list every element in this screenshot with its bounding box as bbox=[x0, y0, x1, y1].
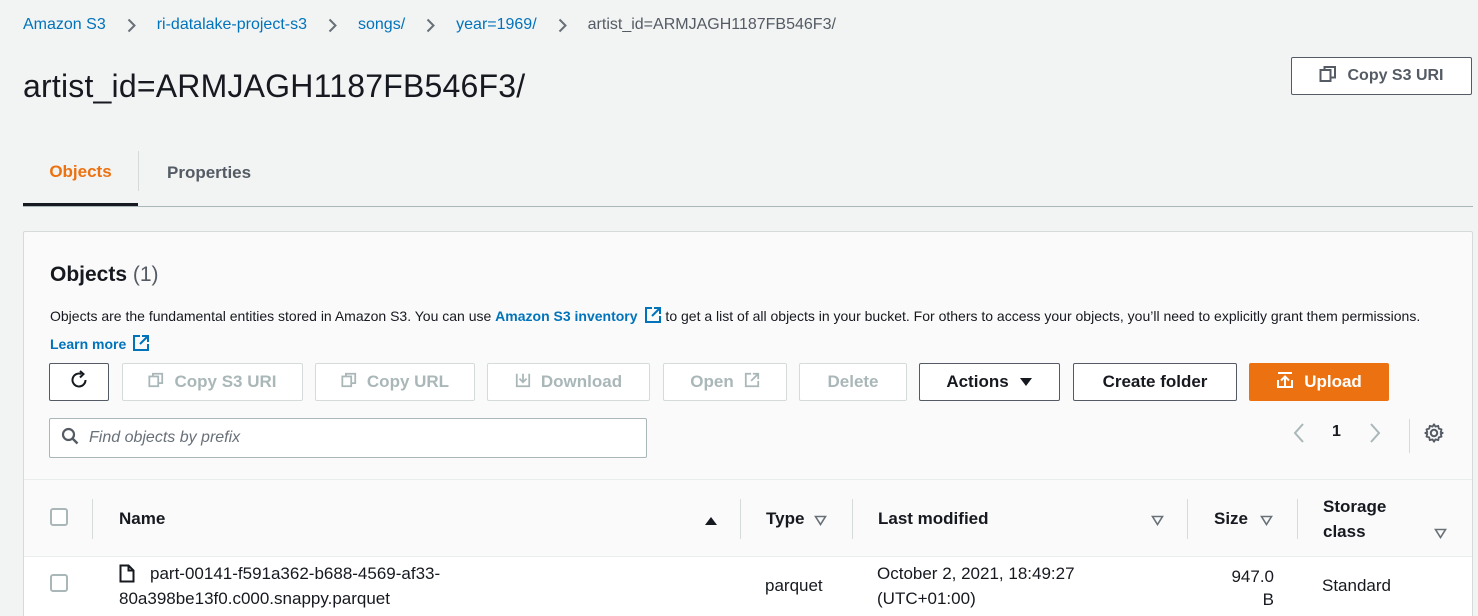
object-storage-class: Standard bbox=[1322, 576, 1391, 595]
copy-s3-uri-toolbar-button[interactable]: Copy S3 URI bbox=[122, 363, 303, 401]
search-icon bbox=[61, 427, 79, 450]
column-divider bbox=[1187, 499, 1188, 539]
objects-panel: Objects (1) Objects are the fundamental … bbox=[23, 231, 1473, 616]
objects-description: Objects are the fundamental entities sto… bbox=[50, 304, 1440, 360]
object-name-link-line2[interactable]: 80a398be13f0.c000.snappy.parquet bbox=[119, 586, 390, 611]
breadcrumb-bucket[interactable]: ri-datalake-project-s3 bbox=[157, 16, 307, 34]
download-label: Download bbox=[540, 372, 623, 391]
inventory-link-label: Amazon S3 inventory bbox=[495, 308, 638, 324]
column-divider bbox=[1297, 499, 1298, 539]
page-title: artist_id=ARMJAGH1187FB546F3/ bbox=[23, 68, 526, 104]
storage-class-label-1: Storage bbox=[1323, 497, 1387, 516]
refresh-icon bbox=[69, 369, 89, 395]
sort-icon[interactable] bbox=[1434, 526, 1447, 544]
description-text-1: Objects are the fundamental entities sto… bbox=[50, 308, 496, 324]
create-folder-button[interactable]: Create folder bbox=[1073, 363, 1237, 401]
chevron-right-icon bbox=[1370, 423, 1381, 443]
breadcrumb-year[interactable]: year=1969/ bbox=[456, 16, 537, 34]
gear-icon bbox=[1424, 423, 1444, 443]
chevron-right-icon bbox=[328, 18, 337, 33]
learn-more-label: Learn more bbox=[50, 336, 127, 352]
column-header-last-modified[interactable]: Last modified bbox=[878, 480, 989, 558]
upload-icon bbox=[1276, 371, 1294, 394]
object-last-modified-line1: October 2, 2021, 18:49:27 bbox=[877, 564, 1075, 583]
external-link-icon bbox=[132, 334, 150, 360]
column-divider bbox=[852, 499, 853, 539]
inventory-link[interactable]: Amazon S3 inventory bbox=[495, 307, 661, 324]
download-icon bbox=[515, 372, 531, 393]
objects-panel-title: Objects (1) bbox=[50, 263, 159, 287]
copy-s3-uri-label: Copy S3 URI bbox=[1347, 67, 1444, 84]
chevron-left-icon bbox=[1293, 423, 1304, 443]
breadcrumb-amazon-s3[interactable]: Amazon S3 bbox=[23, 16, 106, 34]
tab-objects[interactable]: Objects bbox=[23, 140, 138, 206]
objects-title: Objects bbox=[50, 263, 128, 286]
actions-dropdown[interactable]: Actions bbox=[919, 363, 1060, 401]
breadcrumb: Amazon S3 ri-datalake-project-s3 songs/ … bbox=[23, 14, 836, 36]
actions-label: Actions bbox=[946, 372, 1009, 391]
column-header-name[interactable]: Name bbox=[119, 480, 165, 558]
chevron-right-icon bbox=[127, 18, 136, 33]
table-row[interactable]: part-00141-f591a362-b688-4569-af33- 80a3… bbox=[24, 557, 1472, 616]
tab-bar: Objects Properties bbox=[23, 140, 1473, 207]
sort-icon[interactable] bbox=[1260, 513, 1273, 531]
storage-class-label-2: class bbox=[1323, 522, 1366, 541]
column-header-storage-class[interactable]: Storage class bbox=[1323, 480, 1386, 558]
copy-icon bbox=[1319, 65, 1337, 88]
chevron-right-icon bbox=[426, 18, 436, 33]
open-button[interactable]: Open bbox=[663, 363, 787, 401]
object-size-line2: B bbox=[1262, 590, 1274, 609]
delete-button[interactable]: Delete bbox=[799, 363, 907, 401]
column-divider bbox=[740, 499, 741, 539]
description-text-2: to get a list of all objects in your buc… bbox=[661, 308, 1421, 324]
breadcrumb-current: artist_id=ARMJAGH1187FB546F3/ bbox=[587, 16, 836, 33]
row-checkbox[interactable] bbox=[50, 574, 68, 592]
sort-icon[interactable] bbox=[814, 513, 827, 531]
search-input[interactable] bbox=[89, 429, 629, 447]
file-icon bbox=[119, 564, 135, 588]
search-box bbox=[49, 418, 647, 458]
pagination-current-page[interactable]: 1 bbox=[1332, 423, 1341, 441]
learn-more-link[interactable]: Learn more bbox=[50, 335, 150, 352]
column-header-type[interactable]: Type bbox=[766, 480, 804, 558]
table-header: Name Type Last modified Size Storage cla… bbox=[24, 479, 1472, 557]
delete-label: Delete bbox=[827, 372, 879, 391]
object-name-link-line1[interactable]: part-00141-f591a362-b688-4569-af33- bbox=[150, 561, 440, 586]
sort-icon[interactable] bbox=[1151, 513, 1164, 531]
copy-icon bbox=[148, 372, 164, 393]
caret-down-icon bbox=[1019, 372, 1033, 392]
objects-count: (1) bbox=[132, 263, 159, 286]
open-label: Open bbox=[690, 372, 734, 391]
pagination-next-button[interactable] bbox=[1368, 422, 1382, 444]
copy-icon bbox=[341, 372, 357, 393]
select-all-checkbox[interactable] bbox=[50, 508, 68, 526]
pagination-divider bbox=[1409, 419, 1410, 453]
download-button[interactable]: Download bbox=[487, 363, 650, 401]
breadcrumb-songs[interactable]: songs/ bbox=[358, 16, 405, 34]
upload-button[interactable]: Upload bbox=[1249, 363, 1389, 401]
sort-ascending-icon[interactable] bbox=[704, 513, 718, 531]
column-divider bbox=[92, 499, 93, 539]
column-header-size[interactable]: Size bbox=[1214, 480, 1248, 558]
upload-label: Upload bbox=[1304, 372, 1362, 391]
object-last-modified-line2: (UTC+01:00) bbox=[877, 589, 976, 608]
copy-s3-uri-toolbar-label: Copy S3 URI bbox=[174, 372, 277, 391]
copy-url-button[interactable]: Copy URL bbox=[315, 363, 475, 401]
pagination-prev-button[interactable] bbox=[1292, 422, 1306, 444]
external-link-icon bbox=[744, 372, 760, 393]
copy-s3-uri-button[interactable]: Copy S3 URI bbox=[1291, 57, 1472, 95]
copy-url-label: Copy URL bbox=[366, 372, 450, 391]
create-folder-label: Create folder bbox=[1102, 372, 1208, 391]
object-size-line1: 947.0 bbox=[1231, 567, 1274, 586]
external-link-icon bbox=[644, 306, 662, 332]
object-type: parquet bbox=[765, 576, 823, 595]
tab-properties[interactable]: Properties bbox=[139, 140, 251, 206]
chevron-right-icon bbox=[558, 18, 567, 33]
preferences-button[interactable] bbox=[1423, 422, 1445, 444]
refresh-button[interactable] bbox=[49, 363, 109, 401]
